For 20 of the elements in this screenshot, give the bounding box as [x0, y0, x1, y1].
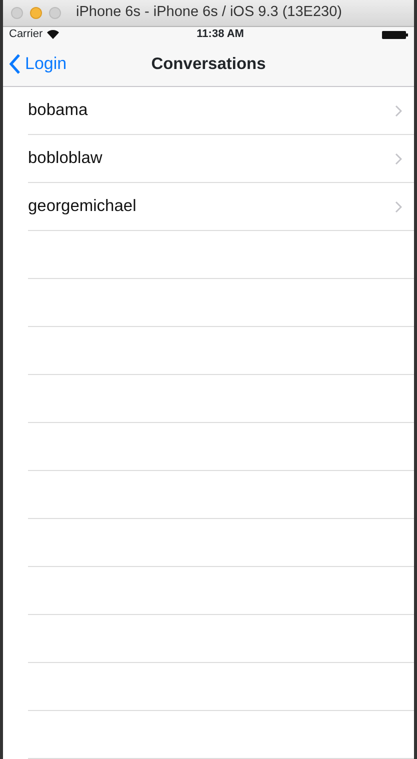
nav-title: Conversations — [151, 54, 266, 75]
minimize-button[interactable] — [30, 7, 42, 20]
conversation-name: bobama — [28, 100, 88, 122]
conversation-row[interactable]: bobloblaw — [28, 135, 414, 183]
battery-icon — [382, 30, 408, 39]
chevron-right-icon — [395, 200, 402, 212]
status-time: 11:38 AM — [196, 27, 244, 42]
conversation-row[interactable]: georgemichael — [28, 183, 414, 231]
conversation-row[interactable]: bobama — [28, 87, 414, 135]
chevron-right-icon — [395, 152, 402, 164]
zoom-button[interactable] — [49, 7, 61, 20]
back-button[interactable]: Login — [3, 50, 73, 78]
chevron-right-icon — [395, 104, 402, 116]
wifi-icon — [46, 30, 59, 40]
conversation-name: bobloblaw — [28, 148, 102, 170]
close-button[interactable] — [11, 7, 23, 20]
window-title: iPhone 6s - iPhone 6s / iOS 9.3 (13E230) — [76, 3, 342, 22]
chevron-left-icon — [9, 54, 21, 74]
conversation-name: georgemichael — [28, 196, 136, 218]
carrier-label: Carrier — [9, 27, 43, 42]
